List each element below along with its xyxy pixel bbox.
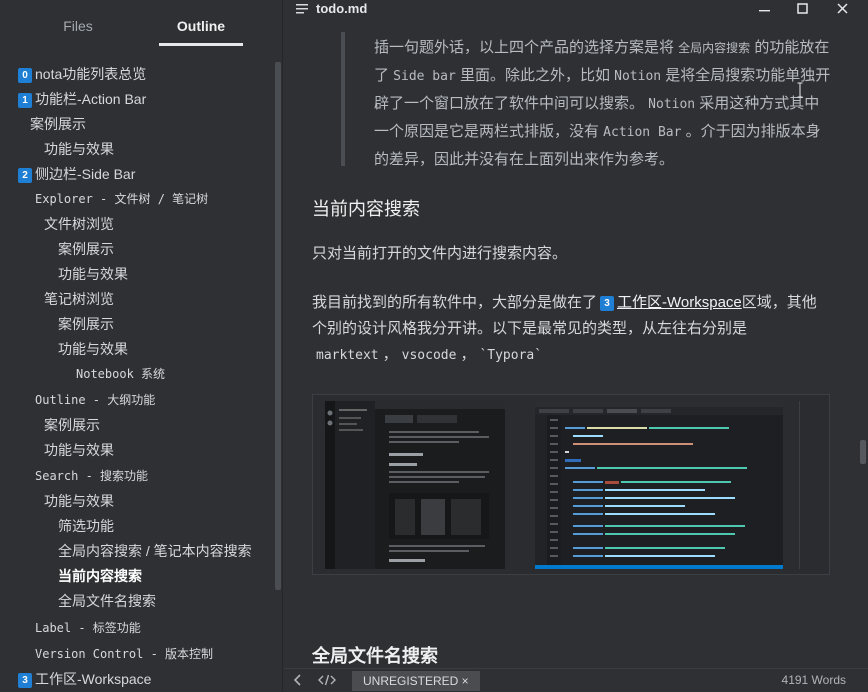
close-button[interactable] [828,0,858,20]
paragraph-text: ， [460,346,476,363]
section-number-badge: 0 [18,68,32,83]
paragraph: 只对当前打开的文件内进行搜索内容。 [312,245,568,262]
text-cursor-icon [797,82,803,98]
workspace-link[interactable]: 工作区-Workspace [617,294,742,311]
outline-item[interactable]: Outline - 大纲功能 [35,388,155,413]
outline-item-label: nota功能列表总览 [35,66,147,82]
word-count[interactable]: 4191 Words [782,673,846,687]
outline-item[interactable]: 1 功能栏-Action Bar [18,87,146,112]
maximize-button[interactable] [788,0,818,20]
inline-code: Action Bar [603,125,682,140]
menu-icon[interactable] [296,3,308,15]
section-heading: 全局文件名搜索 [312,646,438,666]
outline-item[interactable]: 案例展示 [58,237,114,262]
paragraph-text: 我目前找到的所有软件中，大部分是做在了 [312,294,598,311]
inline-code: Notion [648,97,696,112]
inline-code: marktext [316,348,379,363]
section-number-badge: 2 [18,168,32,183]
outline-item-active[interactable]: 当前内容搜索 [58,564,142,589]
outline-item[interactable]: 功能与效果 [44,137,114,162]
sidebar-tabs: Files Outline [0,0,283,48]
inline-code: 全局内容搜索 [678,41,751,55]
sidebar-scrollbar[interactable] [275,62,281,590]
outline-item[interactable]: 全局内容搜索 / 笔记本内容搜索 [58,539,252,564]
outline-list: 0 nota功能列表总览 1 功能栏-Action Bar 案例展示 功能与效果 2… [0,62,275,692]
outline-item[interactable]: Version Control - 版本控制 [35,642,213,667]
outline-item-label: 功能栏-Action Bar [35,91,147,107]
outline-item[interactable]: 案例展示 [30,112,86,137]
outline-item[interactable]: Label - 标签功能 [35,616,141,641]
screenshot-image-strip[interactable] [312,394,830,575]
inline-code: `Typora` [479,348,543,363]
section-number-badge: 3 [600,296,615,311]
marktext-screenshot [325,401,505,569]
sidebar: Files Outline 0 nota功能列表总览 1 功能栏-Action Ba… [0,0,283,692]
blockquote-bar [341,32,345,166]
active-tab-indicator [159,43,243,46]
chevron-left-icon[interactable] [292,673,304,687]
inline-code: Notion [614,69,662,84]
outline-item[interactable]: Search - 搜索功能 [35,464,148,489]
quote-text-segment: 里面。除此之外，比如 [455,67,615,84]
status-bar: UNREGISTERED × 4191 Words [284,668,868,692]
outline-item[interactable]: 功能与效果 [44,489,114,514]
title-bar: todo.md [284,0,868,22]
document-title: todo.md [316,1,368,16]
vscode-screenshot [535,401,783,569]
outline-item[interactable]: Explorer - 文件树 / 笔记树 [35,187,208,212]
outline-item[interactable]: Notebook 系统 [76,362,165,387]
outline-item-label: 工作区-Workspace [35,671,152,687]
outline-item[interactable]: 功能与效果 [58,262,128,287]
outline-item[interactable]: 3 工作区-Workspace [18,667,151,692]
outline-item[interactable]: 0 nota功能列表总览 [18,62,146,87]
inline-code: Side bar [393,69,456,84]
editor[interactable]: 插一句题外话，以上四个产品的选择方案是将 全局内容搜索 的功能放在了 Side … [284,22,868,666]
paragraph: 我目前找到的所有软件中，大部分是做在了 3 工作区-Workspace区域，其他个别… [312,290,822,369]
outline-item[interactable]: 筛选功能 [58,514,114,539]
blockquote-text: 插一句题外话，以上四个产品的选择方案是将 全局内容搜索 的功能放在了 Side … [374,34,834,173]
editor-scrollbar[interactable] [860,440,866,464]
unregistered-badge[interactable]: UNREGISTERED × [352,671,480,691]
paragraph-text: ， [382,346,398,363]
outline-item[interactable]: 功能与效果 [58,337,128,362]
typora-screenshot [799,401,827,569]
source-code-icon[interactable] [318,673,336,687]
section-number-badge: 1 [18,93,32,108]
outline-item-label: 侧边栏-Side Bar [35,166,136,182]
outline-item[interactable]: 文件树浏览 [44,212,114,237]
outline-item[interactable]: 功能与效果 [44,438,114,463]
outline-item[interactable]: 2 侧边栏-Side Bar [18,162,135,187]
outline-item[interactable]: 案例展示 [44,413,100,438]
inline-code: vsocode [401,348,457,363]
section-heading: 当前内容搜索 [312,199,420,219]
minimize-button[interactable] [750,0,780,20]
outline-item[interactable]: 案例展示 [58,312,114,337]
section-number-badge: 3 [18,673,32,688]
quote-text-segment: 插一句题外话，以上四个产品的选择方案是将 [374,39,679,56]
tab-files[interactable]: Files [38,18,118,46]
tab-outline[interactable]: Outline [159,18,243,46]
outline-item[interactable]: 全局文件名搜索 [58,589,156,614]
outline-item[interactable]: 笔记树浏览 [44,287,114,312]
